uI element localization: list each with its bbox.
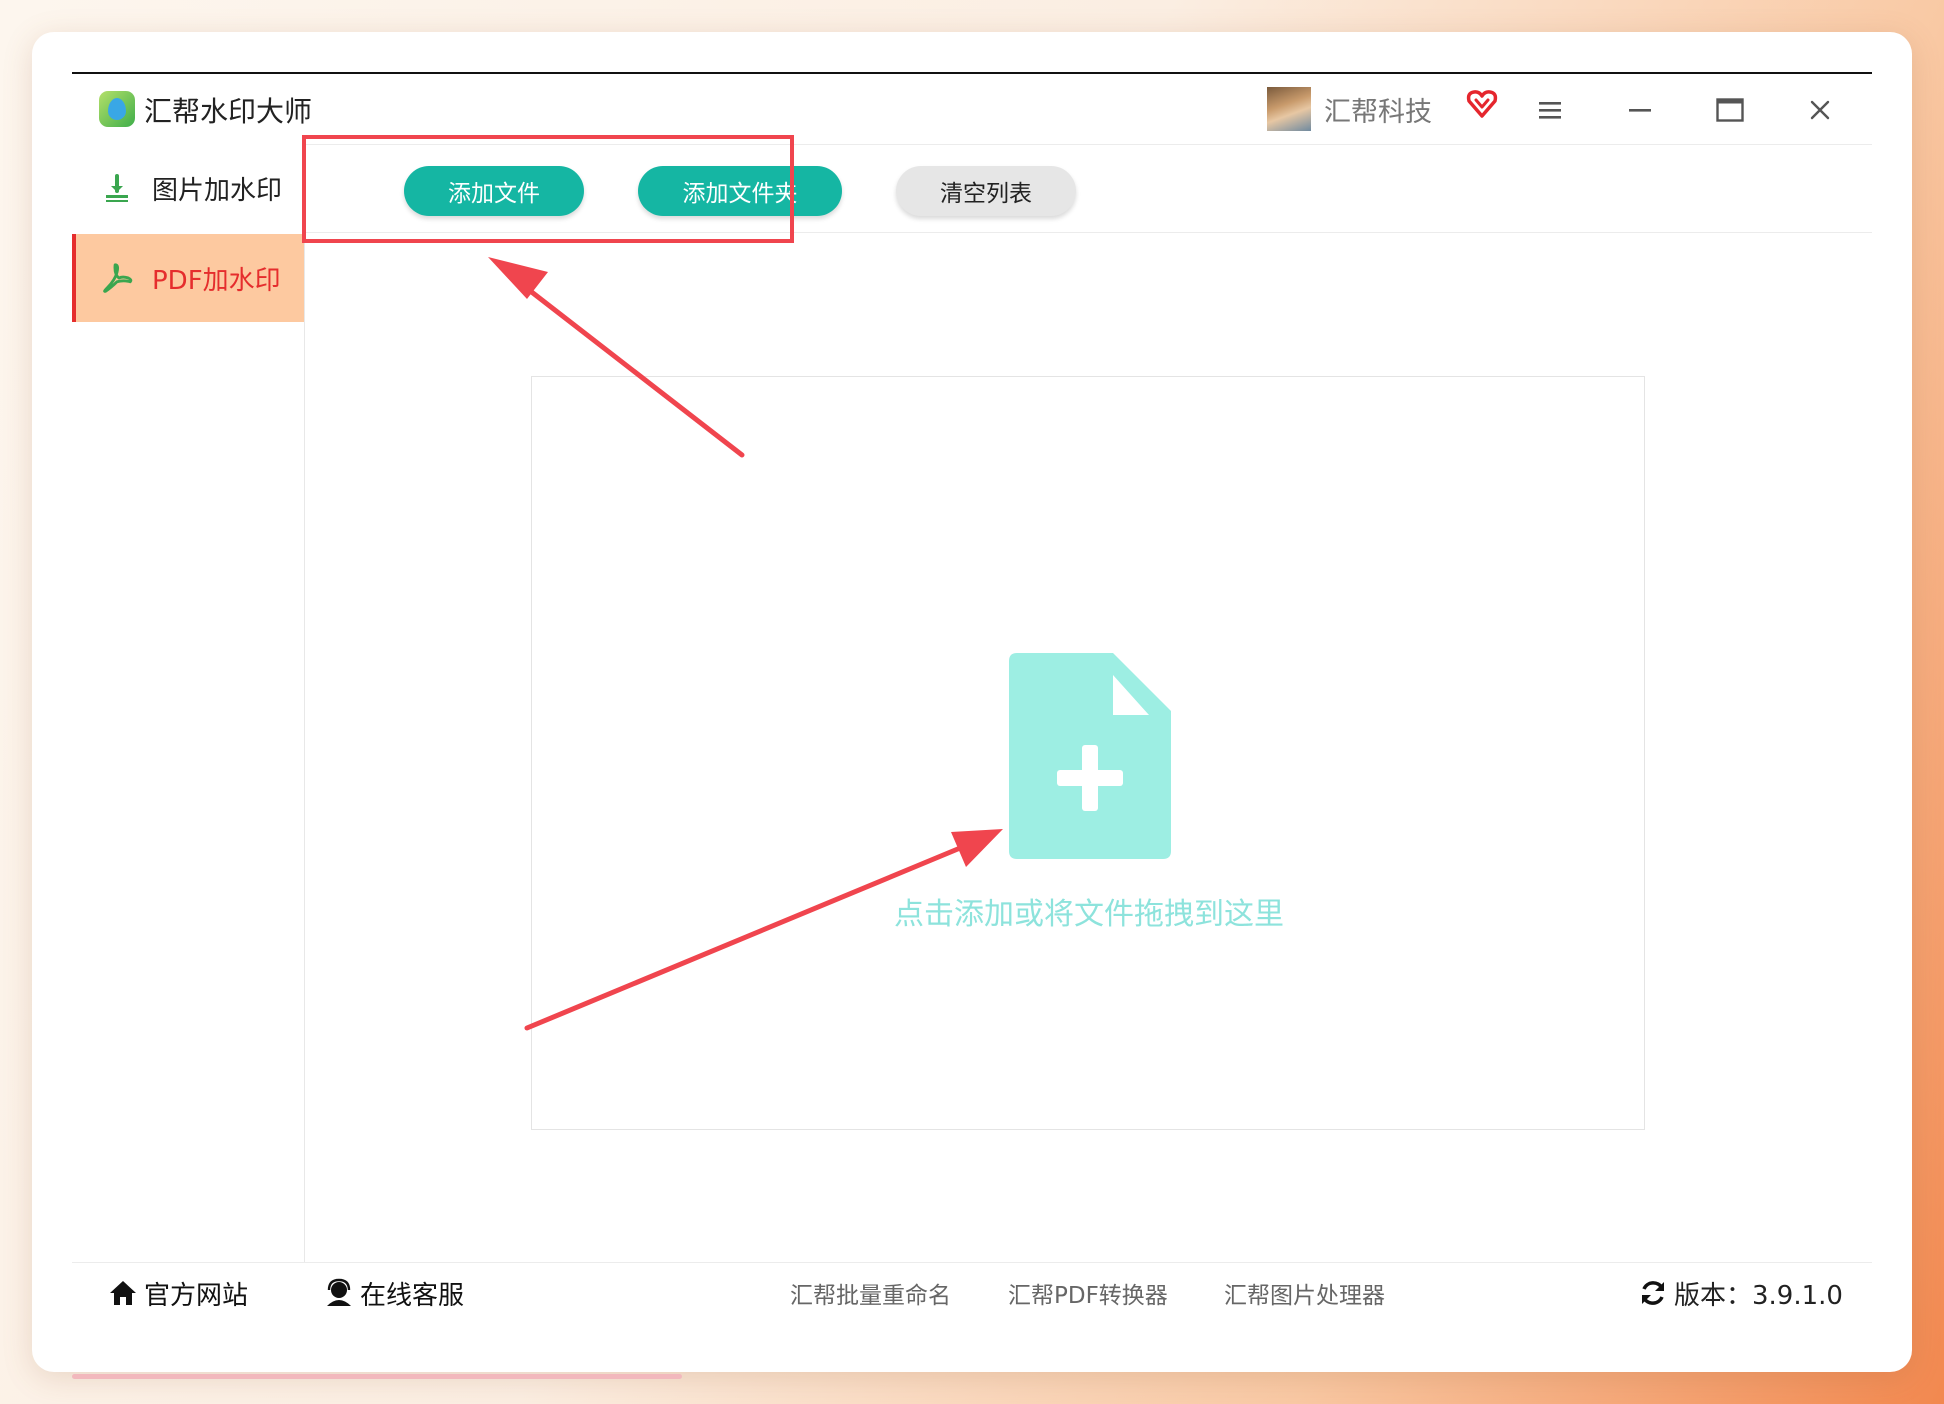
image-processor-link[interactable]: 汇帮图片处理器	[1224, 1273, 1385, 1313]
drop-hint: 点击添加或将文件拖拽到这里	[894, 897, 1284, 932]
sidebar-item-label: PDF加水印	[152, 265, 281, 296]
app-window: 汇帮水印大师 汇帮科技 图片加水印 PDF加水印 添加文件 添加文件夹 清空列表…	[72, 72, 1872, 1334]
pdf-icon	[100, 261, 134, 295]
app-title: 汇帮水印大师	[144, 95, 313, 128]
decorative-bar	[72, 1374, 682, 1379]
home-icon	[108, 1278, 138, 1308]
refresh-icon	[1638, 1278, 1668, 1308]
batch-rename-link[interactable]: 汇帮批量重命名	[790, 1273, 951, 1313]
sidebar-item-pdf-watermark[interactable]: PDF加水印	[72, 234, 304, 322]
sidebar: 图片加水印 PDF加水印	[72, 144, 305, 1262]
image-watermark-icon	[100, 171, 134, 205]
online-service-label: 在线客服	[360, 1280, 465, 1311]
file-add-icon[interactable]	[1009, 653, 1171, 859]
sidebar-item-image-watermark[interactable]: 图片加水印	[72, 144, 304, 232]
footer: 官方网站 在线客服 汇帮批量重命名 汇帮PDF转换器 汇帮图片处理器 版本：3.…	[72, 1262, 1872, 1323]
vip-heart-icon[interactable]	[1466, 88, 1498, 120]
annotation-highlight-box	[302, 135, 794, 243]
official-site-label: 官方网站	[144, 1280, 249, 1311]
online-service-link[interactable]: 在线客服	[324, 1273, 464, 1313]
clear-list-button[interactable]: 清空列表	[896, 166, 1076, 216]
version-label: 版本：3.9.1.0	[1674, 1280, 1843, 1311]
official-site-link[interactable]: 官方网站	[108, 1273, 248, 1313]
customer-service-icon	[324, 1278, 354, 1308]
menu-icon[interactable]	[1528, 88, 1572, 132]
version-info[interactable]: 版本：3.9.1.0	[1638, 1273, 1843, 1313]
logo-icon	[99, 91, 135, 127]
file-drop-zone[interactable]: 点击添加或将文件拖拽到这里	[531, 376, 1645, 1130]
minimize-icon[interactable]	[1618, 88, 1662, 132]
avatar[interactable]	[1267, 87, 1311, 131]
sidebar-item-label: 图片加水印	[152, 175, 283, 206]
user-name[interactable]: 汇帮科技	[1324, 90, 1432, 129]
close-icon[interactable]	[1798, 88, 1842, 132]
maximize-icon[interactable]	[1708, 88, 1752, 132]
pdf-converter-link[interactable]: 汇帮PDF转换器	[1008, 1273, 1168, 1313]
